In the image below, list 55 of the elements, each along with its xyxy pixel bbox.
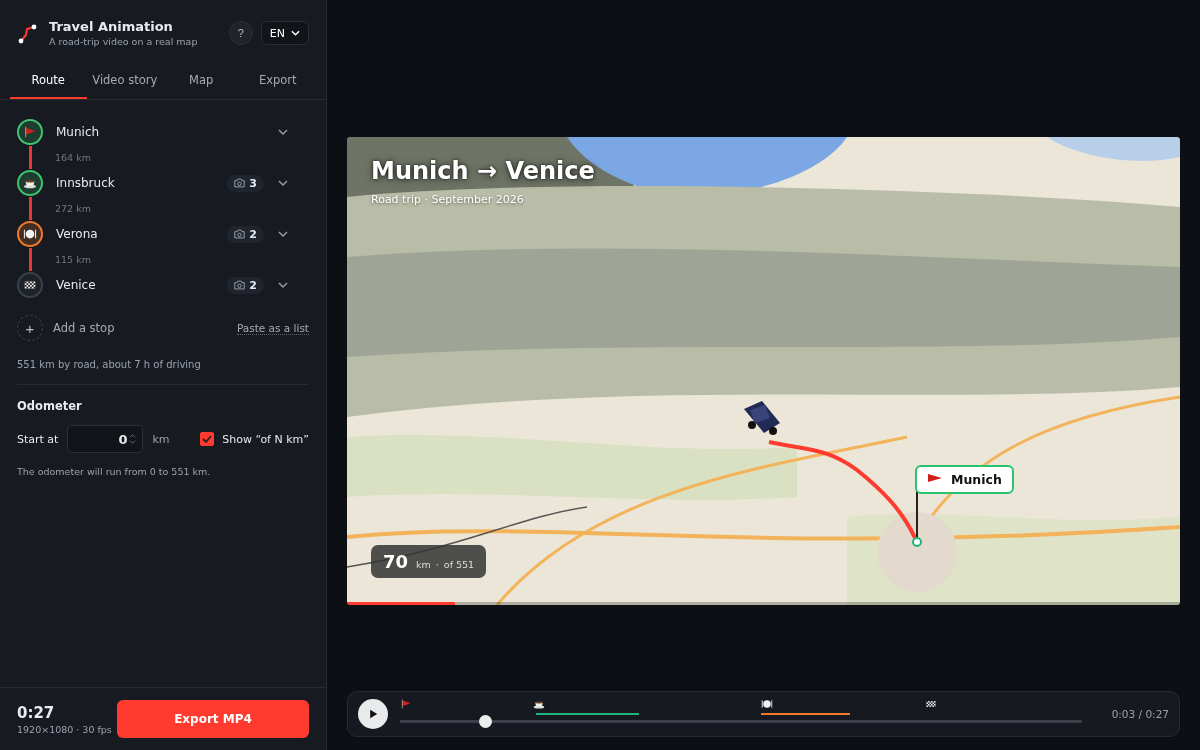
- start-at-label: Start at: [17, 432, 59, 446]
- flag-icon: [23, 125, 37, 139]
- route-summary: 551 km by road, about 7 h of driving: [17, 359, 309, 385]
- stop-name[interactable]: Verona: [56, 227, 228, 241]
- photo-count-badge[interactable]: 2: [227, 276, 264, 294]
- tab[interactable]: Route: [10, 63, 87, 99]
- tab[interactable]: Export: [239, 63, 316, 99]
- flag-icon: [400, 698, 412, 710]
- show-total-checkbox[interactable]: [200, 432, 215, 446]
- stop-name[interactable]: Venice: [56, 278, 228, 292]
- play-button[interactable]: [358, 699, 388, 729]
- paste-list-link[interactable]: Paste as a list: [236, 321, 309, 335]
- stop-name[interactable]: Innsbruck: [56, 176, 228, 190]
- export-button[interactable]: Export MP4: [117, 700, 309, 738]
- language-select[interactable]: EN: [260, 21, 309, 45]
- app-title: Travel Animation: [49, 19, 174, 34]
- playback-time: 0:03 / 0:27: [1111, 708, 1169, 720]
- show-total-label[interactable]: Show “of N km”: [222, 432, 309, 446]
- add-stop-label[interactable]: Add a stop: [53, 321, 237, 335]
- expand-chevron-icon[interactable]: [278, 129, 288, 135]
- expand-chevron-icon[interactable]: [278, 180, 288, 186]
- leg-distance: 272 km: [55, 203, 91, 214]
- odometer-total: of 551: [443, 558, 475, 570]
- expand-chevron-icon[interactable]: [278, 282, 288, 288]
- stepper-arrows-icon[interactable]: [129, 433, 137, 445]
- app-subtitle: A road-trip video on a real map: [49, 36, 199, 47]
- coffee-cup-icon: [532, 698, 545, 710]
- plate-icon: [761, 698, 774, 710]
- help-button[interactable]: ?: [228, 21, 253, 45]
- caret-icon: [291, 30, 300, 36]
- section-title: Odometer: [17, 399, 83, 413]
- tab[interactable]: Map: [163, 63, 240, 99]
- odometer-note: The odometer will run from 0 to 551 km.: [17, 466, 212, 477]
- odometer-value: 70: [383, 550, 409, 572]
- video-subtitle: Road trip · September 2026: [371, 192, 524, 206]
- odometer-unit: km: [416, 558, 431, 570]
- city-name: Munich: [951, 471, 1002, 487]
- route-logo-icon: [17, 22, 39, 44]
- photo-count-badge[interactable]: 3: [227, 174, 264, 192]
- photo-count-badge[interactable]: 2: [227, 225, 264, 243]
- tab[interactable]: Video story: [86, 63, 163, 99]
- leg-distance: 164 km: [55, 152, 91, 163]
- odometer-separator: ·: [435, 558, 439, 570]
- unit-label: km: [152, 432, 171, 446]
- video-duration: 0:27: [17, 703, 56, 722]
- plate-icon: [23, 227, 37, 241]
- flag-icon: [927, 473, 943, 485]
- leg-distance: 115 km: [55, 254, 91, 265]
- checkered-flag-icon: [924, 698, 937, 710]
- video-title: Munich → Venice: [371, 156, 595, 185]
- expand-chevron-icon[interactable]: [278, 231, 288, 237]
- timeline-handle[interactable]: [478, 715, 492, 728]
- stop-name[interactable]: Munich: [56, 125, 278, 139]
- video-format: 1920×1080 · 30 fps: [17, 723, 113, 735]
- start-at-field[interactable]: 0: [67, 425, 144, 453]
